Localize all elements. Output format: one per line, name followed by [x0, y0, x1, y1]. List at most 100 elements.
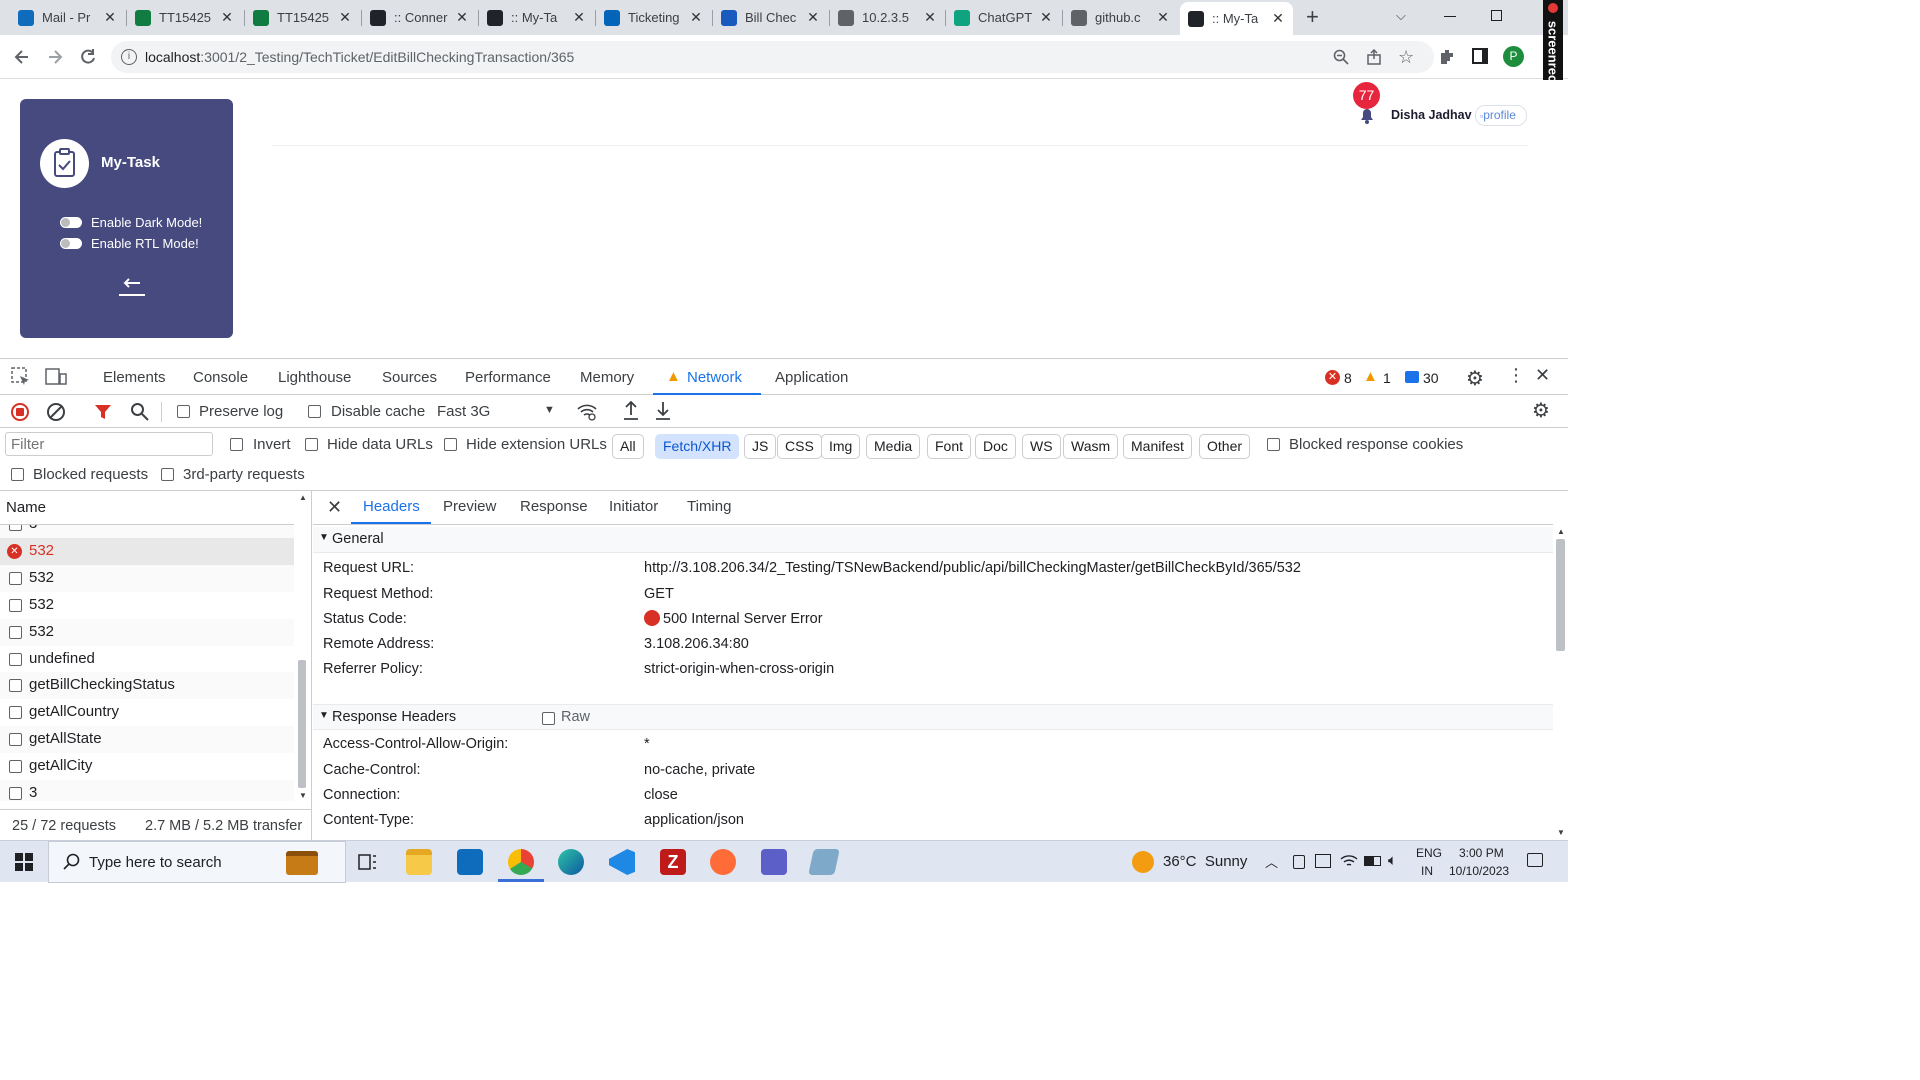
- type-filter-css[interactable]: CSS: [777, 434, 822, 459]
- detail-tab-timing[interactable]: Timing: [687, 498, 731, 515]
- type-filter-js[interactable]: JS: [744, 434, 777, 459]
- teams-icon[interactable]: [761, 849, 787, 875]
- scrollbar-thumb[interactable]: [298, 660, 306, 788]
- close-tab-icon[interactable]: ✕: [1156, 9, 1170, 26]
- message-count[interactable]: 30: [1423, 370, 1439, 386]
- devtools-tab-application[interactable]: Application: [775, 369, 848, 386]
- network-conditions-icon[interactable]: [576, 403, 598, 426]
- devtools-tab-network[interactable]: Network: [687, 369, 742, 386]
- close-tab-icon[interactable]: ✕: [103, 9, 117, 26]
- settings-gear-icon[interactable]: ⚙: [1466, 366, 1484, 391]
- disable-cache-checkbox[interactable]: [308, 405, 321, 418]
- close-details-icon[interactable]: ✕: [327, 497, 342, 518]
- chevron-up-icon[interactable]: ︿: [1265, 852, 1278, 871]
- filter-text-field[interactable]: [6, 433, 206, 455]
- tray-icon-2[interactable]: [1315, 854, 1331, 868]
- type-filter-fetchxhr[interactable]: Fetch/XHR: [655, 434, 740, 459]
- request-row[interactable]: 3: [0, 780, 294, 801]
- sort-up-icon[interactable]: ▲: [299, 493, 307, 502]
- browser-tab[interactable]: :: My-Ta ✕: [479, 2, 594, 33]
- extensions-icon[interactable]: [1438, 47, 1456, 65]
- tray-icon-1[interactable]: [1293, 855, 1305, 869]
- scroll-down-icon[interactable]: ▼: [299, 791, 307, 800]
- request-row[interactable]: ✕ 532: [0, 537, 294, 565]
- browser-tab[interactable]: TT15425 ✕: [127, 2, 242, 33]
- search-icon[interactable]: [130, 402, 149, 426]
- chevron-down-icon[interactable]: ▼: [544, 404, 555, 416]
- close-tab-icon[interactable]: ✕: [220, 9, 234, 26]
- language-bottom[interactable]: IN: [1421, 864, 1433, 878]
- forward-icon[interactable]: [45, 47, 65, 67]
- type-filter-font[interactable]: Font: [927, 434, 972, 459]
- detail-tab-headers[interactable]: Headers: [363, 498, 420, 515]
- collapse-sidebar-icon[interactable]: [118, 275, 146, 297]
- request-row[interactable]: 532: [0, 564, 294, 592]
- side-panel-icon[interactable]: [1472, 48, 1488, 64]
- request-row[interactable]: 532: [0, 618, 294, 646]
- mail-icon[interactable]: [457, 849, 483, 875]
- close-tab-icon[interactable]: ✕: [806, 9, 820, 26]
- request-row[interactable]: getBillCheckingStatus: [0, 672, 294, 700]
- detail-tab-initiator[interactable]: Initiator: [609, 498, 658, 515]
- dark-mode-toggle[interactable]: [60, 217, 82, 228]
- type-filter-manifest[interactable]: Manifest: [1123, 434, 1192, 459]
- request-row[interactable]: 3: [0, 525, 294, 538]
- new-tab-icon[interactable]: +: [1306, 4, 1319, 30]
- more-options-icon[interactable]: ⋮: [1507, 365, 1525, 386]
- detail-tab-preview[interactable]: Preview: [443, 498, 496, 515]
- battery-icon[interactable]: [1364, 856, 1381, 866]
- error-count[interactable]: 8: [1344, 370, 1352, 386]
- profile-image[interactable]: ▫profile: [1475, 105, 1527, 126]
- network-settings-icon[interactable]: ⚙: [1532, 398, 1550, 423]
- filter-funnel-icon[interactable]: [94, 403, 112, 426]
- vscode-icon[interactable]: [609, 849, 635, 875]
- tab-search-chevron-icon[interactable]: ⌵: [1396, 8, 1406, 24]
- devtools-tab-elements[interactable]: Elements: [103, 369, 166, 386]
- blocked-response-cookies-checkbox[interactable]: [1267, 438, 1280, 451]
- clear-icon[interactable]: [47, 403, 65, 421]
- language-top[interactable]: ENG: [1416, 846, 1442, 860]
- minimize-window-icon[interactable]: [1444, 16, 1456, 17]
- devtools-tab-lighthouse[interactable]: Lighthouse: [278, 369, 351, 386]
- close-tab-icon[interactable]: ✕: [923, 9, 937, 26]
- browser-tab[interactable]: 10.2.3.5 ✕: [830, 2, 945, 33]
- devtools-tab-console[interactable]: Console: [193, 369, 248, 386]
- close-devtools-icon[interactable]: ✕: [1535, 365, 1550, 386]
- preserve-log-checkbox[interactable]: [177, 405, 190, 418]
- close-tab-icon[interactable]: ✕: [572, 9, 586, 26]
- app-window-icon[interactable]: [808, 849, 840, 875]
- bookmark-star-icon[interactable]: ☆: [1398, 47, 1414, 68]
- general-value[interactable]: http://3.108.206.34/2_Testing/TSNewBacke…: [644, 560, 1301, 576]
- hide-extension-urls-checkbox[interactable]: [444, 438, 457, 451]
- weather-text[interactable]: 36°C Sunny: [1163, 853, 1247, 870]
- browser-tab[interactable]: :: Conner ✕: [362, 2, 477, 33]
- scroll-down-icon[interactable]: ▼: [1557, 828, 1565, 837]
- maximize-window-icon[interactable]: [1491, 10, 1502, 21]
- request-list-scrollbar[interactable]: ▼: [296, 507, 308, 800]
- address-bar[interactable]: i localhost:3001/2_Testing/TechTicket/Ed…: [111, 41, 1434, 73]
- blocked-requests-checkbox[interactable]: [11, 468, 24, 481]
- type-filter-wasm[interactable]: Wasm: [1063, 434, 1119, 459]
- name-column-header[interactable]: Name: [6, 499, 46, 516]
- site-info-icon[interactable]: i: [121, 49, 137, 65]
- request-row[interactable]: getAllCountry: [0, 699, 294, 727]
- clock-date[interactable]: 10/10/2023: [1449, 864, 1509, 878]
- browser-tab[interactable]: :: My-Ta ✕: [1180, 2, 1293, 35]
- volume-icon[interactable]: 🔈︎: [1388, 852, 1397, 869]
- error-icon[interactable]: ✕: [1325, 370, 1340, 385]
- close-tab-icon[interactable]: ✕: [689, 9, 703, 26]
- clock-time[interactable]: 3:00 PM: [1459, 846, 1504, 860]
- request-row[interactable]: undefined: [0, 645, 294, 673]
- device-toolbar-icon[interactable]: [45, 367, 67, 387]
- general-section-header[interactable]: ▼ General: [313, 527, 1553, 553]
- throttling-select[interactable]: Fast 3G: [437, 403, 490, 420]
- raw-checkbox[interactable]: [542, 712, 555, 725]
- detail-tab-response[interactable]: Response: [520, 498, 588, 515]
- zoom-icon[interactable]: [1333, 49, 1349, 65]
- message-icon[interactable]: [1405, 371, 1419, 383]
- file-explorer-icon[interactable]: [406, 849, 432, 875]
- edge-icon[interactable]: [558, 849, 584, 875]
- warning-icon[interactable]: ▲: [1363, 368, 1378, 385]
- browser-tab[interactable]: TT15425 ✕: [245, 2, 360, 33]
- postman-icon[interactable]: [710, 849, 736, 875]
